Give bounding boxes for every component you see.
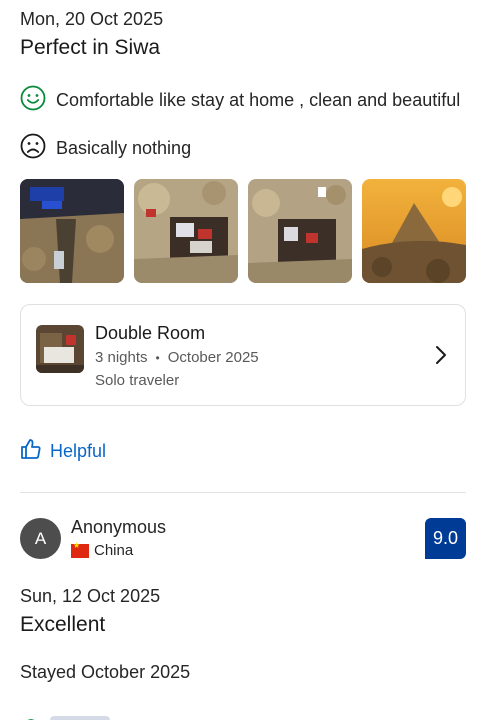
stay-period: Stayed October 2025 <box>20 662 191 682</box>
room-stay-details: 3 nights • October 2025 <box>95 349 259 366</box>
traveler-type: Solo traveler <box>95 372 180 389</box>
room-info-card[interactable]: Double Room 3 nights • October 2025 Solo… <box>20 304 466 406</box>
positive-comment-text: Comfortable like stay at home , clean an… <box>56 90 461 110</box>
review-photos <box>20 179 466 283</box>
helpful-button[interactable]: Helpful <box>20 438 106 465</box>
country-name: China <box>94 542 134 559</box>
review-divider <box>20 492 466 493</box>
separator-dot: • <box>155 350 160 365</box>
negative-comment: Basically nothing <box>20 133 191 164</box>
reviewer-name: Anonymous <box>71 517 167 537</box>
smile-icon <box>20 85 46 116</box>
helpful-label: Helpful <box>50 441 107 461</box>
smile-icon <box>20 712 42 720</box>
review-photo-3[interactable] <box>248 179 352 283</box>
review-date: Mon, 20 Oct 2025 <box>20 9 164 29</box>
review-title: Excellent <box>20 613 106 636</box>
review-date: Sun, 12 Oct 2025 <box>20 586 161 606</box>
frown-icon <box>20 133 46 164</box>
review-photo-2[interactable] <box>134 179 238 283</box>
chevron-right-icon[interactable] <box>435 345 447 370</box>
room-name: Double Room <box>95 323 206 343</box>
negative-comment-text: Basically nothing <box>56 138 192 158</box>
reviewer-country: China <box>71 541 134 559</box>
room-thumbnail <box>36 325 84 373</box>
positive-comment: Comfortable like stay at home , clean an… <box>20 85 460 116</box>
avatar: A <box>20 518 61 559</box>
review-photo-4[interactable] <box>362 179 466 283</box>
score-badge: 9.0 <box>425 518 466 559</box>
room-stay-month: October 2025 <box>167 349 259 366</box>
review-title: Perfect in Siwa <box>20 36 161 59</box>
thumbs-up-icon <box>20 438 42 465</box>
partial-positive-comment <box>20 712 110 720</box>
review-photo-1[interactable] <box>20 179 124 283</box>
china-flag-icon <box>71 541 89 558</box>
partial-text <box>50 716 110 720</box>
room-nights: 3 nights <box>95 349 148 366</box>
